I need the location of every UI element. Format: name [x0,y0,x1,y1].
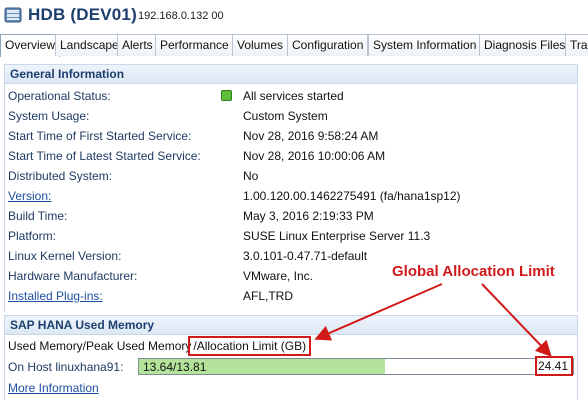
annotation-label: Global Allocation Limit [392,263,555,280]
tab-trace[interactable]: Trac [565,34,588,56]
host-ip: 192.168.0.132 00 [138,10,224,22]
info-label: Build Time: [8,209,68,223]
memory-caption: Used Memory/Peak Used Memory/Allocation … [8,336,312,356]
installed-plugins-link[interactable]: Installed Plug-ins: [8,289,103,303]
tab-overview[interactable]: Overview [0,34,61,57]
info-label: Operational Status: [8,89,111,103]
info-label: Platform: [8,229,57,243]
info-row-operational-status: Operational Status: All services started [8,86,578,106]
info-value: SUSE Linux Enterprise Server 11.3 [243,229,431,243]
status-green-icon [221,90,232,101]
info-row-build-time: Build Time: May 3, 2016 2:19:33 PM [8,206,578,226]
memory-usage-text: 13.64/13.81 [143,360,207,374]
section-title: SAP HANA Used Memory [10,318,155,332]
tab-alerts[interactable]: Alerts [117,34,158,56]
version-link[interactable]: Version: [8,189,51,203]
memory-usage-bar: 13.64/13.81 [138,358,574,375]
info-row-version: Version: 1.00.120.00.1462275491 (fa/hana… [8,186,578,206]
info-value: 1.00.120.00.1462275491 (fa/hana1sp12) [243,189,461,203]
info-row-first-start: Start Time of First Started Service: Nov… [8,126,578,146]
info-value: May 3, 2016 2:19:33 PM [243,209,374,223]
tab-volumes[interactable]: Volumes [232,34,289,56]
allocation-limit-caption: /Allocation Limit (GB) [188,336,312,356]
info-row-distributed: Distributed System: No [8,166,578,186]
info-row-latest-start: Start Time of Latest Started Service: No… [8,146,578,166]
info-label: Start Time of First Started Service: [8,129,192,143]
info-value: AFL,TRD [243,289,294,303]
info-label: Start Time of Latest Started Service: [8,149,201,163]
used-memory-header[interactable]: SAP HANA Used Memory [4,315,578,335]
info-row-platform: Platform: SUSE Linux Enterprise Server 1… [8,226,578,246]
info-label: Distributed System: [8,169,113,183]
info-value: Nov 28, 2016 10:00:06 AM [243,149,386,163]
info-value: All services started [243,89,344,103]
system-title: HDB (DEV01) [28,5,137,24]
tab-landscape[interactable]: Landscape [55,34,124,56]
info-value: Custom System [243,109,328,123]
info-value: 3.0.101-0.47.71-default [243,249,368,263]
info-label: Linux Kernel Version: [8,249,122,263]
tab-configuration[interactable]: Configuration [287,34,369,56]
tab-system-information[interactable]: System Information [368,34,482,56]
tab-performance[interactable]: Performance [155,34,234,56]
allocation-limit-value: 24.41 [537,359,568,373]
general-information-header[interactable]: General Information [4,64,578,84]
host-label: On Host linuxhana91: [8,360,124,374]
info-value: VMware, Inc. [243,269,314,283]
tab-diagnosis-files[interactable]: Diagnosis Files [479,34,571,56]
memory-caption-prefix: Used Memory/Peak Used Memory [8,339,192,353]
more-information-link[interactable]: More Information [8,381,99,395]
info-value: No [243,169,259,183]
info-label: System Usage: [8,109,90,123]
database-icon [4,7,22,23]
info-row-system-usage: System Usage: Custom System [8,106,578,126]
allocation-limit-value-box: 24.41 [535,356,573,376]
info-label: Hardware Manufacturer: [8,269,138,283]
info-row-plugins: Installed Plug-ins: AFL,TRD [8,286,578,306]
editor-header: HDB (DEV01) 192.168.0.132 00 [0,0,588,32]
info-value: Nov 28, 2016 9:58:24 AM [243,129,379,143]
tab-bar: Overview Landscape Alerts Performance Vo… [0,34,588,57]
section-title: General Information [10,67,125,81]
